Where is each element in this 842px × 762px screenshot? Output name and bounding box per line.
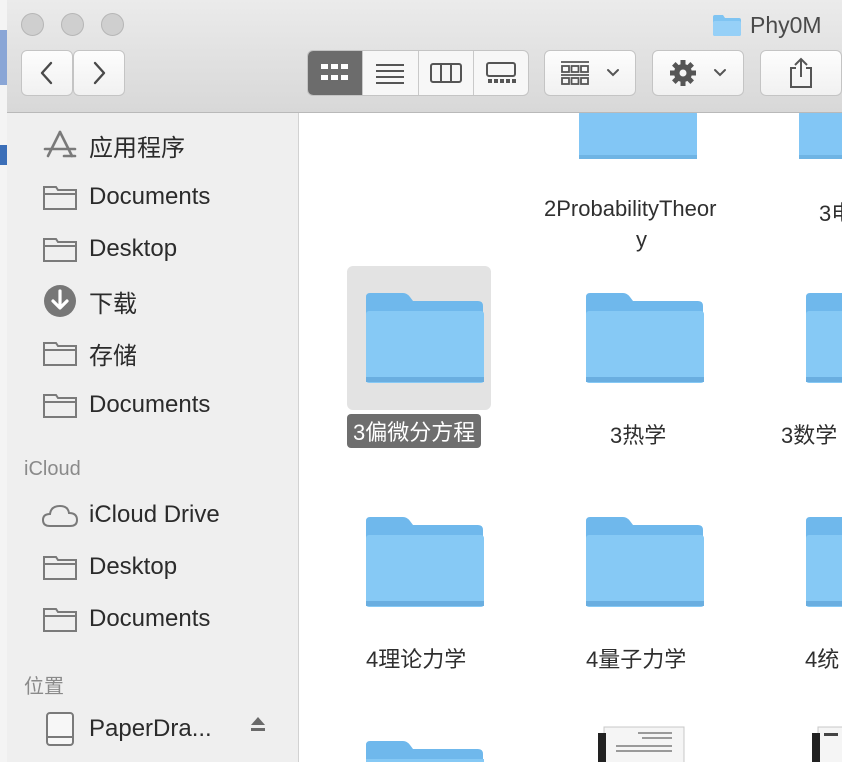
chevron-down-icon xyxy=(607,69,619,77)
sidebar-item-label: PaperDra... xyxy=(89,715,212,742)
sidebar-item-paperdra[interactable]: PaperDra... xyxy=(41,709,212,749)
group-by-button[interactable] xyxy=(544,50,636,96)
close-button[interactable] xyxy=(21,13,44,36)
sidebar-item-documents-2[interactable]: Documents xyxy=(41,385,210,425)
file-name-2probabilitytheory-wrap: y xyxy=(636,227,647,252)
list-icon xyxy=(376,64,405,84)
window-title-text: Phy0M xyxy=(750,11,822,38)
eject-icon[interactable] xyxy=(249,715,267,737)
file-name-quantum-mechanics[interactable]: 4量子力学 xyxy=(586,642,686,674)
sidebar-item-label: Documents xyxy=(89,183,211,210)
sidebar-item-label: iCloud Drive xyxy=(89,501,220,528)
chevron-left-icon xyxy=(40,61,53,85)
folder-icon[interactable] xyxy=(798,113,842,163)
folder-icon[interactable] xyxy=(803,513,842,613)
cloud-icon xyxy=(41,497,79,533)
zoom-button[interactable] xyxy=(101,13,124,36)
forward-button[interactable] xyxy=(73,50,125,96)
folder-icon[interactable] xyxy=(583,513,707,613)
sidebar-item-documents[interactable]: Documents xyxy=(41,177,210,217)
sidebar-item-downloads[interactable]: 下载 xyxy=(41,281,137,321)
file-name-theoretical-mechanics[interactable]: 4理论力学 xyxy=(366,642,466,674)
sidebar-item-label: Desktop xyxy=(89,235,178,262)
disk-icon xyxy=(41,711,79,747)
folder-icon[interactable] xyxy=(583,289,707,389)
window-title: Phy0M xyxy=(712,10,822,40)
finder-window: Phy0M 应用程序 Documents Desktop 下载 存储 Docum… xyxy=(7,0,842,762)
gallery-icon xyxy=(485,62,516,83)
pdf-document-icon[interactable] xyxy=(598,723,688,762)
view-mode-control xyxy=(307,50,529,96)
folder-icon[interactable] xyxy=(578,113,698,163)
background-accent xyxy=(0,145,7,165)
columns-icon xyxy=(429,63,462,83)
folder-icon xyxy=(41,601,79,637)
list-view-button[interactable] xyxy=(363,51,419,95)
sidebar-item-label: Documents xyxy=(89,605,211,632)
toolbar: Phy0M xyxy=(7,0,842,113)
back-button[interactable] xyxy=(21,50,73,96)
applications-icon xyxy=(41,127,79,163)
action-menu-button[interactable] xyxy=(652,50,744,96)
sidebar-item-desktop[interactable]: Desktop xyxy=(41,229,177,269)
download-icon xyxy=(41,283,79,319)
chevron-down-icon xyxy=(714,69,726,77)
column-view-button[interactable] xyxy=(419,51,474,95)
folder-icon xyxy=(713,15,741,36)
sidebar-item-icloud-documents[interactable]: Documents xyxy=(41,599,210,639)
share-button[interactable] xyxy=(760,50,842,96)
background-accent xyxy=(0,30,7,85)
file-name-thermal[interactable]: 3热学 xyxy=(610,418,666,450)
group-grid-icon xyxy=(561,61,589,85)
folder-icon xyxy=(41,179,79,215)
folder-icon xyxy=(41,549,79,585)
minimize-button[interactable] xyxy=(61,13,84,36)
sidebar-item-label: Documents xyxy=(89,391,211,418)
folder-icon xyxy=(41,387,79,423)
sidebar: 应用程序 Documents Desktop 下载 存储 Documents i… xyxy=(7,113,299,762)
file-name-math[interactable]: 3数学 xyxy=(781,418,837,450)
pdf-document-icon[interactable] xyxy=(812,723,842,762)
sidebar-item-applications[interactable]: 应用程序 xyxy=(41,125,185,165)
file-name-statistics-cut[interactable]: 4统 xyxy=(805,642,839,674)
icon-grid-icon xyxy=(321,64,349,80)
file-name-selected[interactable]: 3偏微分方程 xyxy=(347,414,482,448)
background-window-edge xyxy=(0,0,7,762)
sidebar-section-icloud: iCloud xyxy=(24,458,81,480)
chevron-right-icon xyxy=(93,61,106,85)
sidebar-section-locations: 位置 xyxy=(24,676,64,698)
sidebar-item-storage[interactable]: 存储 xyxy=(41,333,137,373)
sidebar-item-icloud-desktop[interactable]: Desktop xyxy=(41,547,177,587)
folder-icon xyxy=(41,335,79,371)
folder-icon[interactable] xyxy=(363,737,487,762)
sidebar-item-label: 应用程序 xyxy=(89,134,185,162)
sidebar-item-label: Desktop xyxy=(89,553,178,580)
folder-icon[interactable] xyxy=(363,289,487,389)
sidebar-item-icloud-drive[interactable]: iCloud Drive xyxy=(41,495,220,535)
folder-icon xyxy=(41,231,79,267)
sidebar-item-label: 下载 xyxy=(89,290,137,318)
gallery-view-button[interactable] xyxy=(474,51,528,95)
sidebar-item-label: 存储 xyxy=(89,342,137,370)
file-name-2probabilitytheory[interactable]: 2ProbabilityTheor xyxy=(544,196,716,222)
share-icon xyxy=(790,57,812,88)
folder-icon[interactable] xyxy=(363,513,487,613)
file-grid: 2ProbabilityTheor y 3电 3偏微分方程 3热学 3数学 xyxy=(300,113,842,762)
icon-view-button[interactable] xyxy=(308,51,364,95)
folder-icon[interactable] xyxy=(803,289,842,389)
gear-icon xyxy=(670,60,696,86)
file-name-3-cut[interactable]: 3电 xyxy=(819,196,842,228)
